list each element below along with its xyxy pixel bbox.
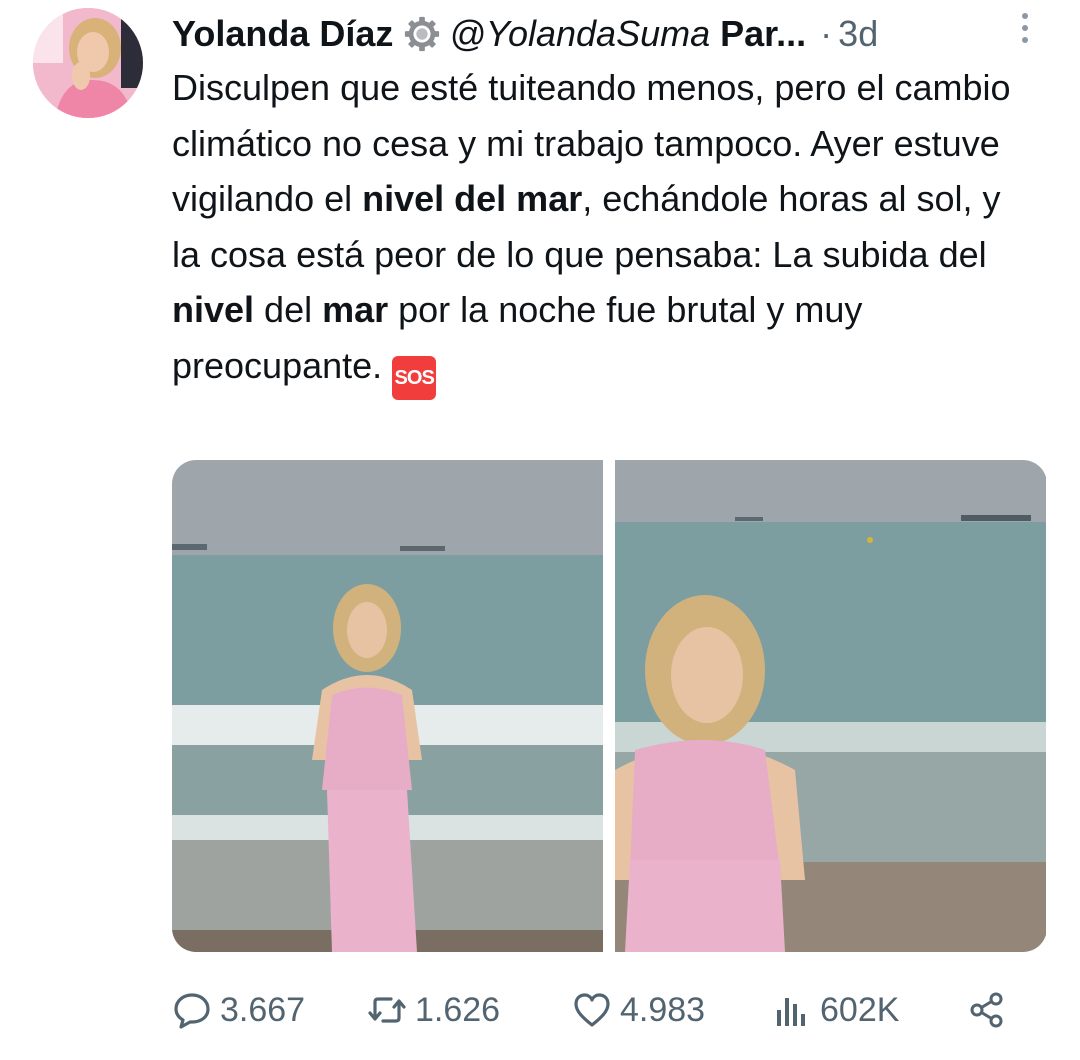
share-button[interactable] [967, 980, 1015, 1040]
like-button[interactable]: 4.983 [572, 980, 705, 1040]
gear-badge-icon [405, 16, 440, 52]
action-bar: 3.667 1.626 4.983 602K [172, 980, 1032, 1040]
avatar[interactable] [33, 8, 143, 118]
tweet-text-bold: mar [322, 289, 389, 330]
reply-button[interactable]: 3.667 [172, 980, 305, 1040]
retweet-button[interactable]: 1.626 [367, 980, 500, 1040]
media-grid [172, 460, 1047, 952]
author-handle[interactable]: @YolandaSuma [449, 10, 710, 58]
reply-icon [174, 993, 210, 1029]
retweet-icon [368, 997, 406, 1023]
timestamp[interactable]: 3d [838, 10, 878, 58]
views-count: 602K [820, 990, 900, 1029]
sos-emoji: SOS [392, 355, 437, 400]
retweet-count: 1.626 [415, 990, 501, 1029]
views-icon [777, 998, 805, 1026]
tweet-text-bold: nivel [172, 289, 255, 330]
tweet: Yolanda Díaz @YolandaSuma Par... · 3d Di… [0, 0, 1080, 1060]
photo-left[interactable] [172, 460, 603, 952]
reply-count: 3.667 [220, 990, 306, 1029]
like-count: 4.983 [620, 990, 706, 1029]
tweet-text: Disculpen que esté tuiteando menos, pero… [172, 60, 1032, 400]
separator-dot: · [820, 13, 833, 54]
tweet-text-segment: del [254, 289, 323, 330]
heart-icon [574, 993, 610, 1027]
views-button[interactable]: 602K [772, 980, 899, 1040]
author-affiliation: Par... [720, 13, 807, 54]
more-vertical-icon[interactable] [1010, 8, 1040, 48]
share-icon [970, 992, 1003, 1028]
author-name[interactable]: Yolanda Díaz [172, 10, 393, 58]
tweet-text-bold: nivel del mar [362, 178, 583, 219]
tweet-header: Yolanda Díaz @YolandaSuma Par... · 3d [172, 10, 1052, 58]
photo-right[interactable] [615, 460, 1046, 952]
